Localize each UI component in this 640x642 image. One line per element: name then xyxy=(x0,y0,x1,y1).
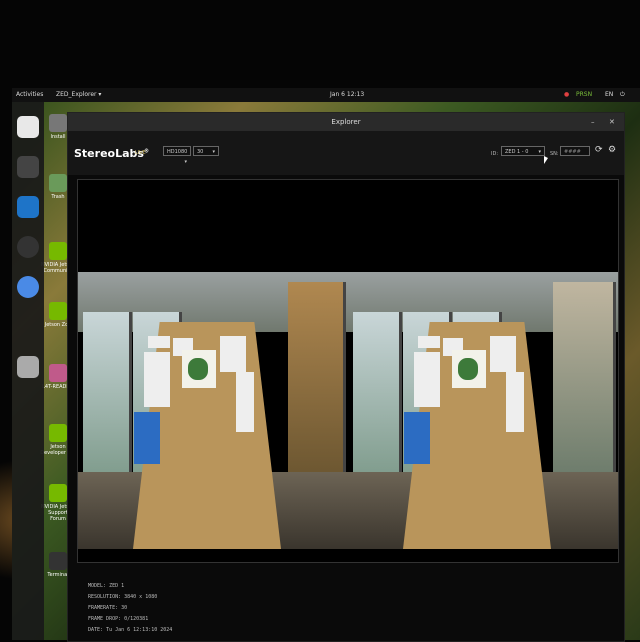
power-icon[interactable]: ⏻ xyxy=(620,91,625,99)
obs-icon[interactable] xyxy=(17,236,39,258)
mouse-cursor xyxy=(544,156,548,164)
camera-info-panel: MODEL: ZED 1 RESOLUTION: 3840 x 1080 FRA… xyxy=(88,581,172,636)
resolution-select[interactable]: HD1080 ▾ xyxy=(163,146,191,165)
window-title: Explorer xyxy=(331,118,361,126)
dock xyxy=(12,102,44,640)
info-resolution: RESOLUTION: 3840 x 1080 xyxy=(88,594,158,600)
clock[interactable]: Jan 6 12:13 xyxy=(330,91,364,98)
explorer-window: Explorer – ✕ StereoLabs® LIVE HD1080 ▾ 30… xyxy=(67,112,625,642)
stereo-video-feed[interactable] xyxy=(78,272,618,549)
info-framerate: FRAMERATE: 30 xyxy=(88,605,128,611)
fps-select[interactable]: 30 ▾ xyxy=(193,146,219,156)
drive-icon[interactable] xyxy=(17,356,39,378)
close-icon[interactable]: ✕ xyxy=(609,117,615,127)
status-icon: ● xyxy=(564,91,570,98)
right-camera-image xyxy=(348,272,618,549)
info-date: DATE: Tu Jan 6 12:13:10 2024 xyxy=(88,627,173,633)
info-model: MODEL: ZED 1 xyxy=(88,583,125,589)
left-camera-image xyxy=(78,272,348,549)
status-label: PRSN xyxy=(576,91,593,98)
info-frame-drop: FRAME DROP: 0/120381 xyxy=(88,616,149,622)
serial-label: SN: xyxy=(550,151,559,157)
vscode-icon[interactable] xyxy=(17,196,39,218)
camera-id-label: ID: xyxy=(491,151,499,157)
camera-view-panel xyxy=(77,179,619,563)
chromium-icon[interactable] xyxy=(17,276,39,298)
app-toolbar: StereoLabs® LIVE HD1080 ▾ 30 ▾ ID: ZED 1 -… xyxy=(68,131,624,175)
refresh-icon[interactable]: ⟳ xyxy=(595,145,603,155)
files-icon[interactable] xyxy=(17,116,39,138)
minimize-icon[interactable]: – xyxy=(591,117,595,127)
live-indicator: LIVE xyxy=(135,150,146,156)
settings-gear-icon[interactable]: ⚙ xyxy=(608,145,616,155)
system-top-bar: Activities ZED_Explorer ▾ Jan 6 12:13 ● … xyxy=(12,88,640,102)
terminal-icon[interactable] xyxy=(17,156,39,178)
activities-button[interactable]: Activities xyxy=(16,91,43,98)
camera-select[interactable]: ZED 1 - 0 ▾ xyxy=(501,146,545,156)
serial-number-field: #### xyxy=(560,146,590,156)
window-titlebar: Explorer – ✕ xyxy=(68,113,624,131)
app-menu[interactable]: ZED_Explorer ▾ xyxy=(56,91,101,98)
language-indicator[interactable]: EN xyxy=(605,91,613,98)
